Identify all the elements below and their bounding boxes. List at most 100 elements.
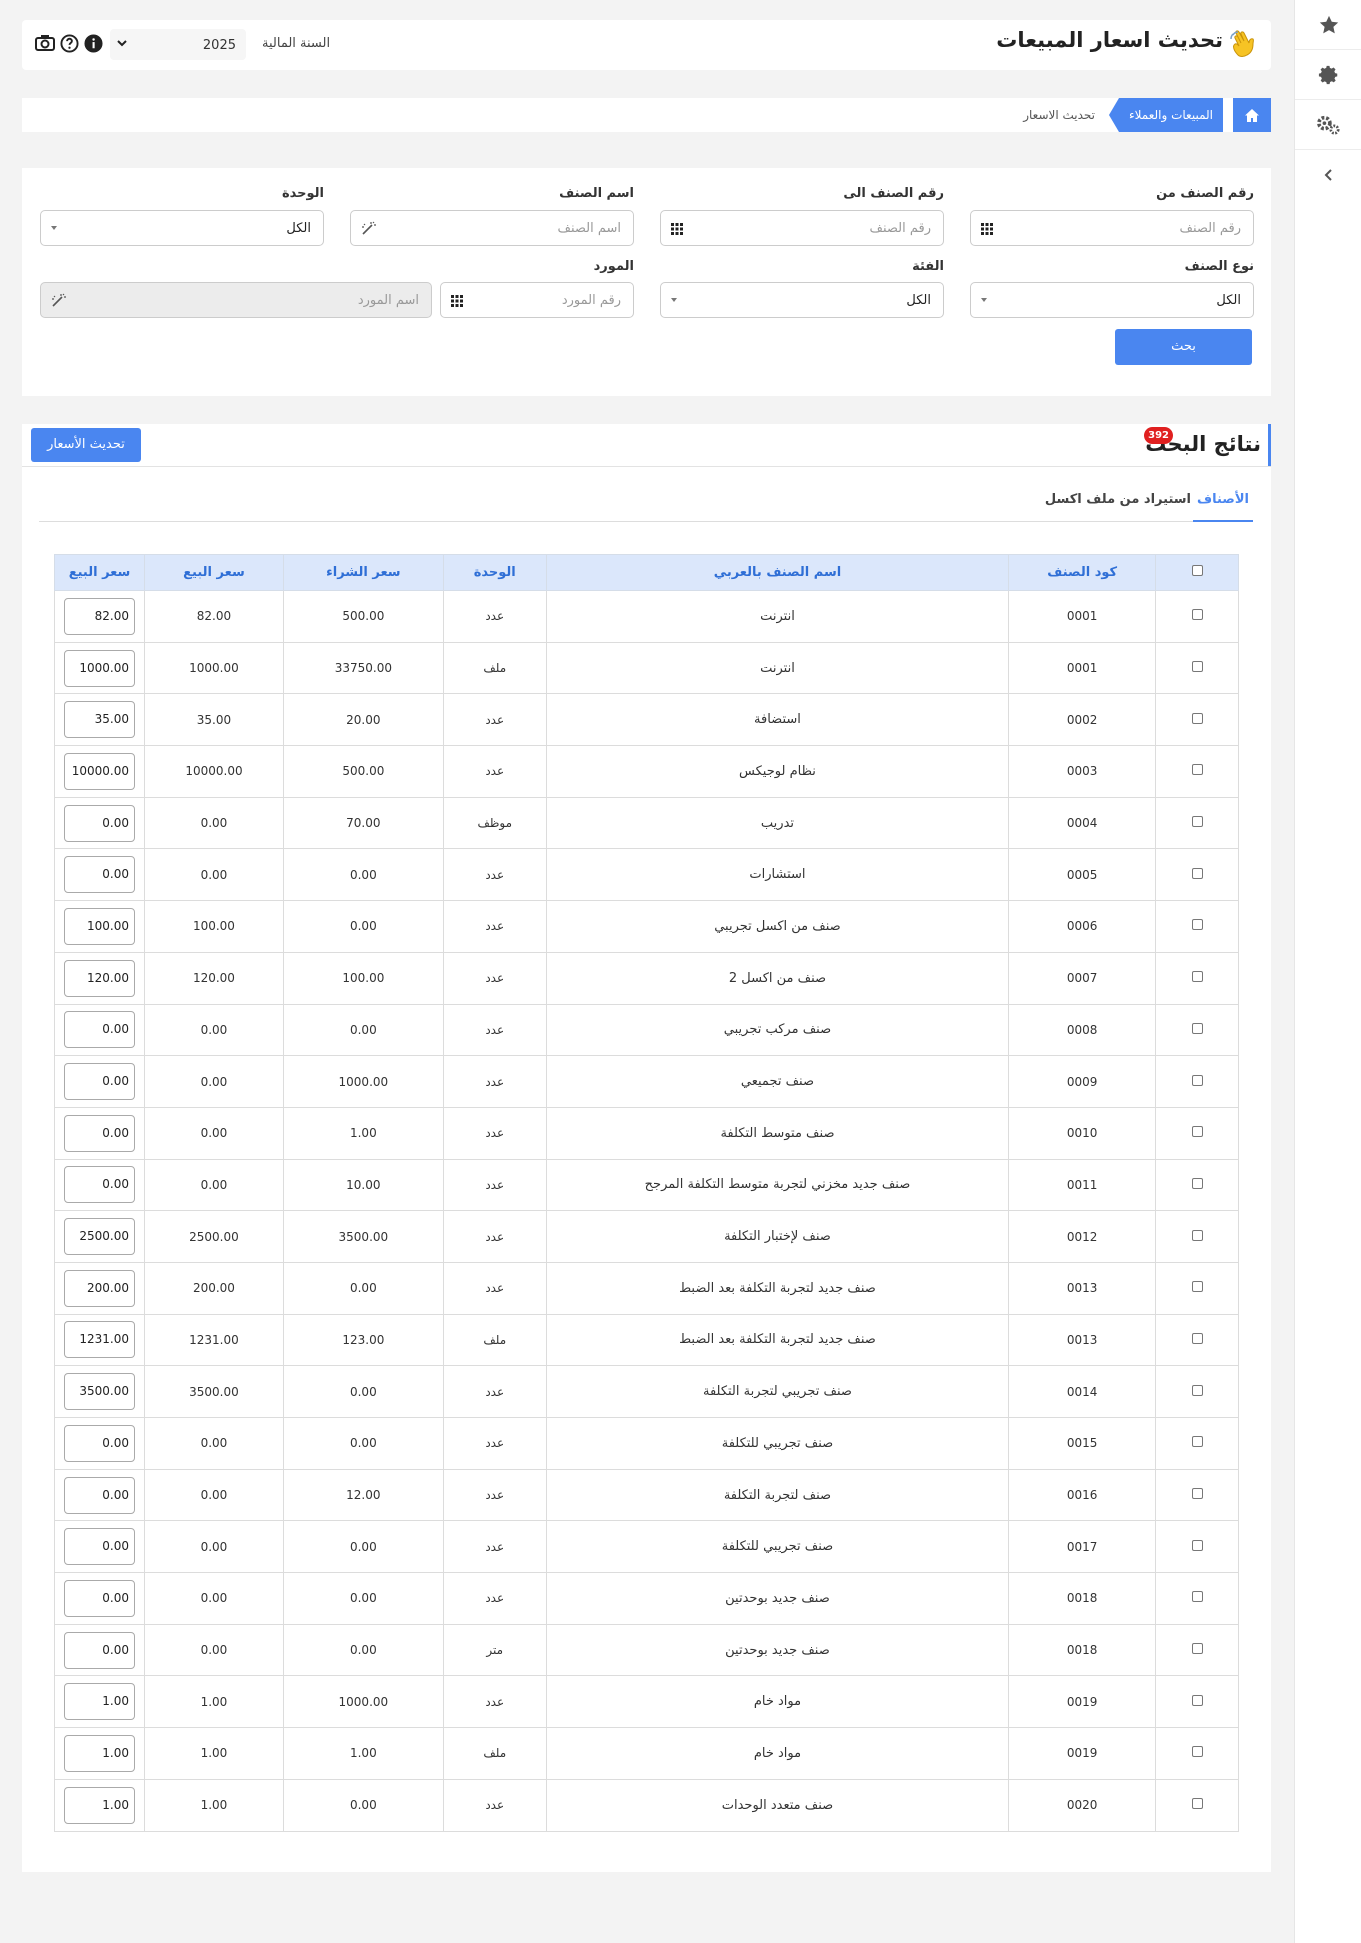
buy-price-cell: 0.00	[282, 848, 444, 902]
item-name-cell: صنف من اكسل 2	[545, 951, 1010, 1005]
sell-price-input[interactable]: 0.00	[64, 1631, 135, 1669]
new-sell-price-cell: 1.00	[53, 1675, 146, 1729]
sell-price-input[interactable]: 1.00	[64, 1734, 135, 1772]
supplier-label: المورد	[593, 259, 634, 274]
sell-price-input[interactable]: 0.00	[64, 1063, 135, 1101]
sell-price-input[interactable]: 0.00	[64, 856, 135, 894]
search-button[interactable]: بحث	[1115, 329, 1252, 365]
item-name-input[interactable]: اسم الصنف	[350, 210, 634, 246]
row-checkbox[interactable]	[1191, 1746, 1203, 1758]
row-checkbox[interactable]	[1191, 1591, 1203, 1603]
sell-price-input[interactable]: 0.00	[64, 1528, 135, 1566]
table-row: 0001 انترنت ملف 33750.00 1000.00 1000.00	[53, 641, 1239, 695]
col-unit: الوحدة	[442, 554, 547, 591]
sell-price-input[interactable]: 3500.00	[64, 1373, 135, 1411]
row-checkbox[interactable]	[1191, 867, 1203, 879]
breadcrumb-home[interactable]	[1233, 98, 1271, 132]
gears-icon	[1316, 115, 1340, 135]
advanced-settings-button[interactable]	[1295, 100, 1361, 150]
table-row: 0013 صنف جديد لتجربة التكلفة بعد الضبط ملف…	[53, 1313, 1239, 1367]
sell-price-input[interactable]: 1.00	[64, 1683, 135, 1721]
row-checkbox[interactable]	[1191, 1022, 1203, 1034]
sell-price-input[interactable]: 0.00	[64, 1476, 135, 1514]
item-code-cell: 0003	[1008, 745, 1157, 798]
row-select-cell	[1155, 590, 1239, 643]
item-from-input[interactable]: رقم الصنف	[970, 210, 1254, 246]
sell-price-cell: 0.00	[144, 1003, 284, 1057]
new-sell-price-cell: 0.00	[53, 1520, 146, 1574]
favorites-button[interactable]	[1295, 0, 1361, 50]
collapse-button[interactable]	[1295, 150, 1361, 200]
row-checkbox[interactable]	[1191, 764, 1203, 776]
row-checkbox[interactable]	[1191, 971, 1203, 983]
sell-price-input[interactable]: 0.00	[64, 1114, 135, 1152]
sell-price-input[interactable]: 0.00	[64, 804, 135, 842]
row-checkbox[interactable]	[1191, 1229, 1203, 1241]
supplier-number-placeholder: رقم المورد	[561, 293, 621, 308]
row-checkbox[interactable]	[1191, 1694, 1203, 1706]
unit-select[interactable]: الكل	[40, 210, 324, 246]
item-type-select[interactable]: الكل	[970, 282, 1254, 318]
sell-price-input[interactable]: 0.00	[64, 1579, 135, 1617]
item-code-cell: 0018	[1008, 1623, 1157, 1677]
sell-price-input[interactable]: 2500.00	[64, 1218, 135, 1256]
update-prices-button[interactable]: تحديث الأسعار	[31, 428, 141, 462]
row-checkbox[interactable]	[1191, 1643, 1203, 1655]
select-all-checkbox[interactable]	[1191, 565, 1203, 576]
screenshot-button[interactable]	[34, 32, 56, 54]
row-checkbox[interactable]	[1191, 712, 1203, 724]
item-to-input[interactable]: رقم الصنف	[660, 210, 944, 246]
prices-table: كود الصنف اسم الصنف بالعربي الوحدة سعر ا…	[53, 554, 1239, 1832]
fiscal-year-select[interactable]: 2025	[110, 29, 246, 60]
supplier-number-input[interactable]: رقم المورد	[440, 282, 634, 318]
row-checkbox[interactable]	[1191, 1332, 1203, 1344]
new-sell-price-cell: 0.00	[53, 1623, 146, 1677]
new-sell-price-cell: 0.00	[53, 1106, 146, 1160]
row-checkbox[interactable]	[1191, 1074, 1203, 1086]
sell-price-cell: 2500.00	[144, 1210, 284, 1263]
row-checkbox[interactable]	[1191, 816, 1203, 828]
fiscal-year-value: 2025	[202, 38, 236, 53]
buy-price-cell: 0.00	[282, 1778, 444, 1832]
row-checkbox[interactable]	[1191, 1488, 1203, 1500]
buy-price-cell: 0.00	[282, 900, 444, 953]
sell-price-input[interactable]: 1231.00	[64, 1321, 135, 1359]
sell-price-input[interactable]: 10000.00	[64, 752, 135, 790]
sell-price-input[interactable]: 100.00	[64, 907, 135, 945]
row-checkbox[interactable]	[1191, 1436, 1203, 1448]
buy-price-cell: 33750.00	[282, 641, 444, 695]
tab-items[interactable]: الأصناف	[1193, 484, 1253, 522]
row-checkbox[interactable]	[1191, 919, 1203, 931]
category-select[interactable]: الكل	[660, 282, 944, 318]
row-checkbox[interactable]	[1191, 1281, 1203, 1293]
sell-price-input[interactable]: 1000.00	[64, 649, 135, 687]
sell-price-input[interactable]: 0.00	[64, 1011, 135, 1049]
table-row: 0014 صنف تجريبي لتجربة التكلفة عدد 0.00 3500…	[53, 1365, 1239, 1418]
help-button[interactable]	[58, 32, 80, 54]
sell-price-input[interactable]: 1.00	[64, 1786, 135, 1824]
tab-import-excel[interactable]: استيراد من ملف اكسل	[1045, 484, 1191, 522]
new-sell-price-cell: 1.00	[53, 1778, 146, 1832]
sell-price-input[interactable]: 0.00	[64, 1166, 135, 1204]
unit-cell: ملف	[442, 1727, 547, 1780]
buy-price-cell: 70.00	[282, 796, 444, 850]
row-checkbox[interactable]	[1191, 1384, 1203, 1396]
item-name-cell: صنف جديد لتجربة التكلفة بعد الضبط	[545, 1313, 1010, 1367]
sell-price-input[interactable]: 200.00	[64, 1269, 135, 1307]
new-sell-price-cell: 1.00	[53, 1727, 146, 1780]
sell-price-input[interactable]: 35.00	[64, 701, 135, 739]
row-checkbox[interactable]	[1191, 1177, 1203, 1189]
row-checkbox[interactable]	[1191, 609, 1203, 621]
sell-price-input[interactable]: 120.00	[64, 959, 135, 997]
row-select-cell	[1155, 641, 1239, 695]
info-button[interactable]	[82, 32, 104, 54]
breadcrumb-section[interactable]: المبيعات والعملاء	[1108, 98, 1223, 132]
sell-price-input[interactable]: 82.00	[64, 597, 135, 635]
sell-price-input[interactable]: 0.00	[64, 1424, 135, 1462]
row-checkbox[interactable]	[1191, 1798, 1203, 1810]
row-select-cell	[1155, 951, 1239, 1005]
row-checkbox[interactable]	[1191, 661, 1203, 673]
row-checkbox[interactable]	[1191, 1126, 1203, 1138]
row-checkbox[interactable]	[1191, 1539, 1203, 1551]
settings-button[interactable]	[1295, 50, 1361, 100]
